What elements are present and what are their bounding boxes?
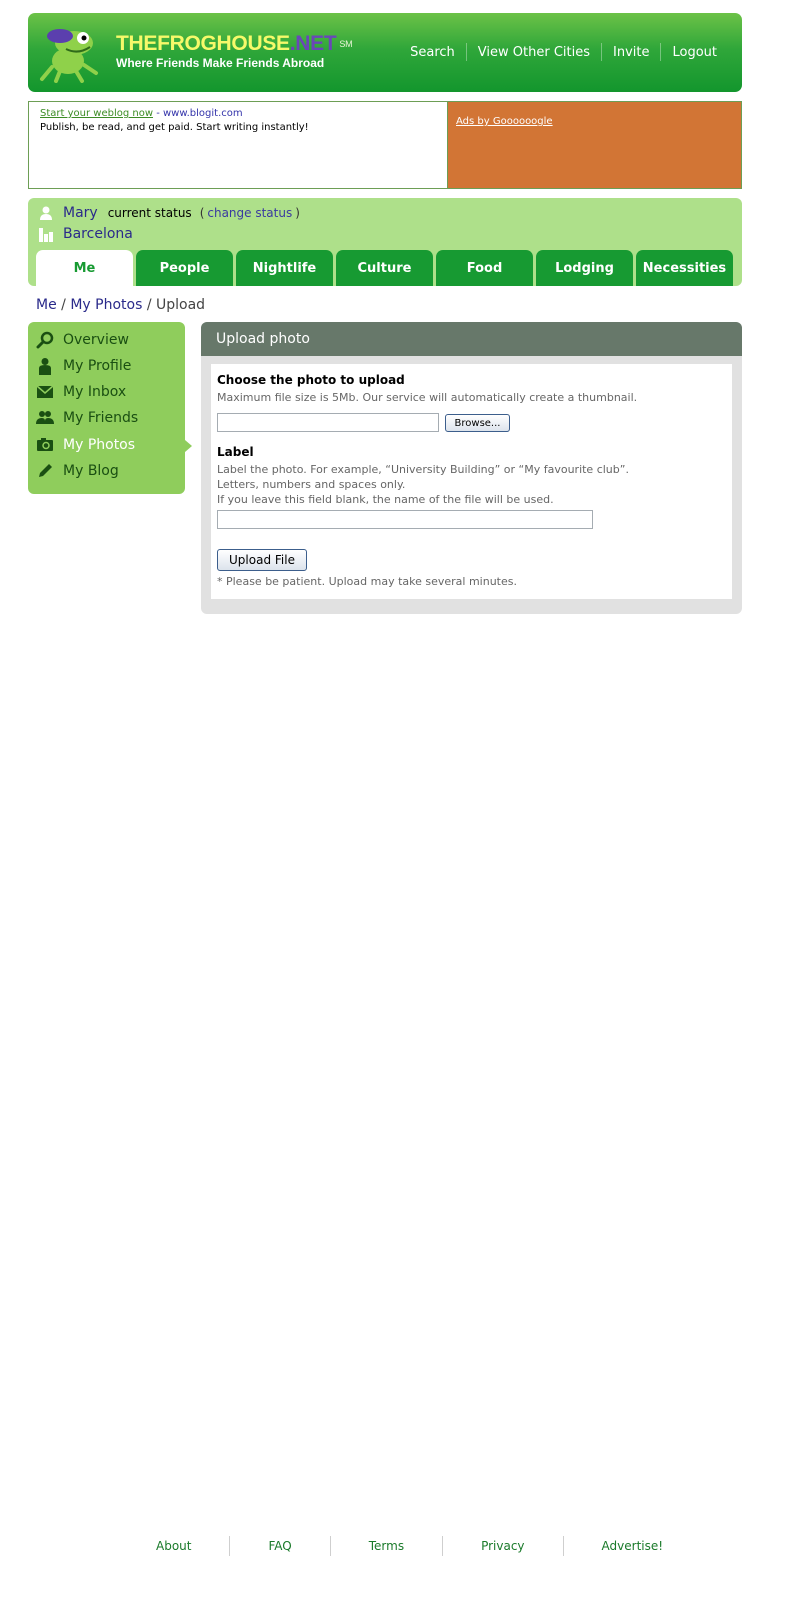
sidebar-item-label: My Profile — [63, 358, 132, 374]
envelope-icon — [36, 385, 54, 398]
ad-domain: - www.blogit.com — [153, 108, 243, 119]
logo-tagline: Where Friends Make Friends Abroad — [116, 56, 325, 70]
city-line: Barcelona — [38, 226, 133, 242]
tab-me[interactable]: Me — [36, 250, 133, 286]
tab-necessities[interactable]: Necessities — [636, 250, 733, 286]
sidebar-item-label: My Inbox — [63, 384, 127, 400]
logo-sm-mark: SM — [339, 39, 353, 49]
logo-name: THEFROGHOUSE.NET SM — [116, 32, 353, 55]
logo-name-tld: .NET — [289, 32, 337, 55]
upload-panel-title: Upload photo — [201, 322, 742, 356]
breadcrumb-sep: / — [56, 297, 71, 313]
sidebar-item-overview[interactable]: Overview — [36, 331, 129, 349]
upload-file-button[interactable]: Upload File — [217, 549, 307, 571]
sidebar-item-label: My Friends — [63, 410, 139, 426]
logo-name-main: THEFROGHOUSE — [116, 32, 290, 55]
user-name[interactable]: Mary — [63, 205, 98, 221]
main-tabs: Me People Nightlife Culture Food Lodging… — [36, 250, 733, 286]
browse-button[interactable]: Browse... — [445, 414, 510, 432]
sidebar-item-label: Overview — [63, 332, 129, 348]
breadcrumb-current: Upload — [156, 297, 206, 313]
label-input[interactable] — [217, 510, 593, 529]
active-item-pointer — [185, 440, 192, 452]
sidebar-item-my-blog[interactable]: My Blog — [36, 462, 119, 480]
nav-search[interactable]: Search — [399, 45, 466, 60]
user-icon — [40, 206, 52, 220]
status-line: Mary current status ( change status ) — [38, 205, 300, 221]
sidebar-item-label: My Blog — [63, 463, 119, 479]
paren-open: ( — [199, 206, 205, 220]
breadcrumb-my-photos[interactable]: My Photos — [70, 297, 142, 313]
label-help-3: If you leave this field blank, the name … — [217, 493, 554, 506]
current-status-label: current status — [107, 206, 192, 220]
footer: About FAQ Terms Privacy Advertise! — [118, 1536, 701, 1556]
ads-by-link[interactable]: Ads by Goooooogle — [456, 116, 553, 127]
breadcrumb-sep: / — [142, 297, 156, 313]
camera-icon — [37, 438, 53, 451]
footer-terms[interactable]: Terms — [331, 1539, 442, 1553]
upload-patience-note: * Please be patient. Upload may take sev… — [217, 575, 517, 588]
file-path-input[interactable] — [217, 413, 439, 432]
tab-people[interactable]: People — [136, 250, 233, 286]
person-icon — [39, 358, 51, 375]
tab-culture[interactable]: Culture — [336, 250, 433, 286]
tab-food[interactable]: Food — [436, 250, 533, 286]
sidebar-item-my-photos[interactable]: My Photos — [36, 436, 135, 454]
footer-privacy[interactable]: Privacy — [443, 1539, 562, 1553]
nav-view-other-cities[interactable]: View Other Cities — [467, 45, 601, 60]
pencil-icon — [39, 464, 52, 477]
footer-about[interactable]: About — [118, 1539, 229, 1553]
nav-logout[interactable]: Logout — [661, 45, 728, 60]
ad-description: Publish, be read, and get paid. Start wr… — [40, 122, 309, 133]
frog-logo-icon[interactable] — [38, 23, 104, 83]
footer-faq[interactable]: FAQ — [230, 1539, 329, 1553]
status-panel: Mary current status ( change status ) Ba… — [28, 198, 742, 286]
upload-form: Choose the photo to upload Maximum file … — [211, 364, 732, 599]
friends-icon — [36, 411, 54, 424]
label-help-1: Label the photo. For example, “Universit… — [217, 463, 629, 476]
city-name[interactable]: Barcelona — [63, 226, 133, 242]
sidebar-item-my-profile[interactable]: My Profile — [36, 357, 131, 375]
magnifier-icon — [36, 331, 54, 349]
label-help-2: Letters, numbers and spaces only. — [217, 478, 406, 491]
sidebar-item-my-inbox[interactable]: My Inbox — [36, 383, 126, 401]
ad-banner: Start your weblog now - www.blogit.com P… — [28, 101, 742, 189]
breadcrumb: Me / My Photos / Upload — [36, 297, 205, 313]
city-buildings-icon — [39, 228, 53, 242]
sidebar-item-label: My Photos — [63, 437, 136, 453]
footer-advertise[interactable]: Advertise! — [564, 1539, 702, 1553]
breadcrumb-me[interactable]: Me — [36, 297, 57, 313]
choose-photo-help: Maximum file size is 5Mb. Our service wi… — [217, 391, 638, 404]
logo-text[interactable]: THEFROGHOUSE.NET SM Where Friends Make Fr… — [116, 32, 353, 71]
paren-close: ) — [295, 206, 300, 220]
upload-panel: Upload photo Choose the photo to upload … — [201, 322, 742, 614]
tab-nightlife[interactable]: Nightlife — [236, 250, 333, 286]
top-nav: Search View Other Cities Invite Logout — [399, 43, 728, 61]
ad-link[interactable]: Start your weblog now — [40, 108, 153, 119]
tab-lodging[interactable]: Lodging — [536, 250, 633, 286]
nav-invite[interactable]: Invite — [602, 45, 660, 60]
choose-photo-title: Choose the photo to upload — [217, 373, 405, 387]
ad-sponsor-block: Ads by Goooooogle — [448, 102, 741, 188]
change-status-link[interactable]: change status — [207, 206, 292, 220]
sidebar-item-my-friends[interactable]: My Friends — [36, 409, 138, 427]
label-title: Label — [217, 445, 254, 459]
site-header: THEFROGHOUSE.NET SM Where Friends Make Fr… — [28, 13, 742, 92]
sidebar: Overview My Profile My Inbox My Friends … — [28, 322, 185, 494]
ad-text-block: Start your weblog now - www.blogit.com P… — [29, 102, 448, 188]
